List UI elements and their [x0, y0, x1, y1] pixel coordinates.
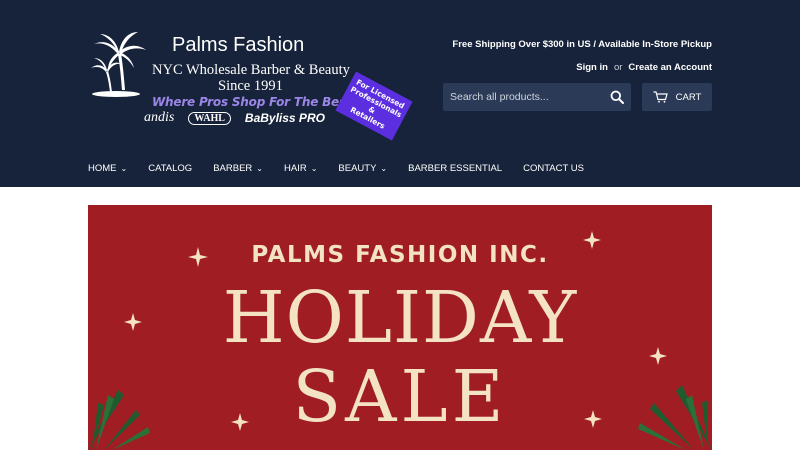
- nav-label: BARBER ESSENTIAL: [408, 163, 503, 174]
- holiday-sale-banner[interactable]: PALMS FASHION INC. HOLIDAY SALE: [88, 205, 712, 450]
- search-bar: [443, 83, 631, 111]
- nav-label: BARBER: [213, 163, 253, 174]
- cart-icon: [653, 91, 668, 103]
- palm-tree-icon: [91, 32, 146, 97]
- nav-label: BEAUTY: [338, 163, 377, 174]
- cart-label: CART: [675, 91, 702, 103]
- search-input[interactable]: [443, 83, 603, 111]
- brand-andis: andis: [144, 110, 175, 125]
- nav-label: HAIR: [283, 163, 307, 174]
- nav-item-beauty[interactable]: BEAUTY ⌄: [338, 163, 387, 174]
- site-logo[interactable]: Palms Fashion NYC Wholesale Barber & Bea…: [88, 28, 418, 141]
- sign-in-link[interactable]: Sign in: [576, 62, 608, 73]
- chevron-down-icon: ⌄: [380, 164, 388, 173]
- nav-label: HOME: [88, 163, 117, 174]
- nav-item-barber-essential[interactable]: BARBER ESSENTIAL: [408, 163, 502, 174]
- chevron-down-icon: ⌄: [120, 164, 128, 173]
- or-separator: or: [613, 62, 623, 73]
- logo-since: Since 1991: [218, 78, 283, 94]
- banner-company-name: PALMS FASHION INC.: [251, 242, 549, 268]
- account-links: Sign in or Create an Account: [576, 62, 712, 73]
- nav-item-barber[interactable]: BARBER ⌄: [213, 163, 263, 174]
- banner-holiday: HOLIDAY: [222, 276, 578, 359]
- main-nav: HOME ⌄ CATALOG BARBER ⌄ HAIR ⌄ BEAUTY ⌄ …: [88, 163, 605, 174]
- shipping-notice: Free Shipping Over $300 in US / Availabl…: [452, 39, 712, 50]
- logo-brand-name: Palms Fashion: [172, 34, 305, 56]
- nav-item-home[interactable]: HOME ⌄: [88, 163, 127, 174]
- site-header: Palms Fashion NYC Wholesale Barber & Bea…: [0, 0, 800, 187]
- nav-item-hair[interactable]: HAIR ⌄: [284, 163, 317, 174]
- nav-item-catalog[interactable]: CATALOG: [148, 163, 192, 174]
- banner-sale: SALE: [292, 355, 508, 438]
- chevron-down-icon: ⌄: [310, 164, 318, 173]
- create-account-link[interactable]: Create an Account: [628, 62, 712, 73]
- chevron-down-icon: ⌄: [256, 164, 263, 173]
- search-button[interactable]: [603, 83, 631, 111]
- logo-tagline: NYC Wholesale Barber & Beauty: [152, 62, 350, 78]
- brand-babyliss: BaByliss PRO: [244, 111, 325, 125]
- logo-brand-list: andis WAHL BaByliss PRO: [144, 110, 325, 126]
- nav-label: CATALOG: [148, 163, 193, 174]
- nav-item-contact-us[interactable]: CONTACT US: [523, 163, 584, 174]
- licensed-badge: For Licensed Professionals & Retailers: [335, 71, 413, 141]
- brand-wahl: WAHL: [188, 111, 231, 125]
- search-icon: [610, 90, 624, 104]
- nav-label: CONTACT US: [523, 163, 584, 174]
- cart-button[interactable]: CART: [642, 83, 712, 111]
